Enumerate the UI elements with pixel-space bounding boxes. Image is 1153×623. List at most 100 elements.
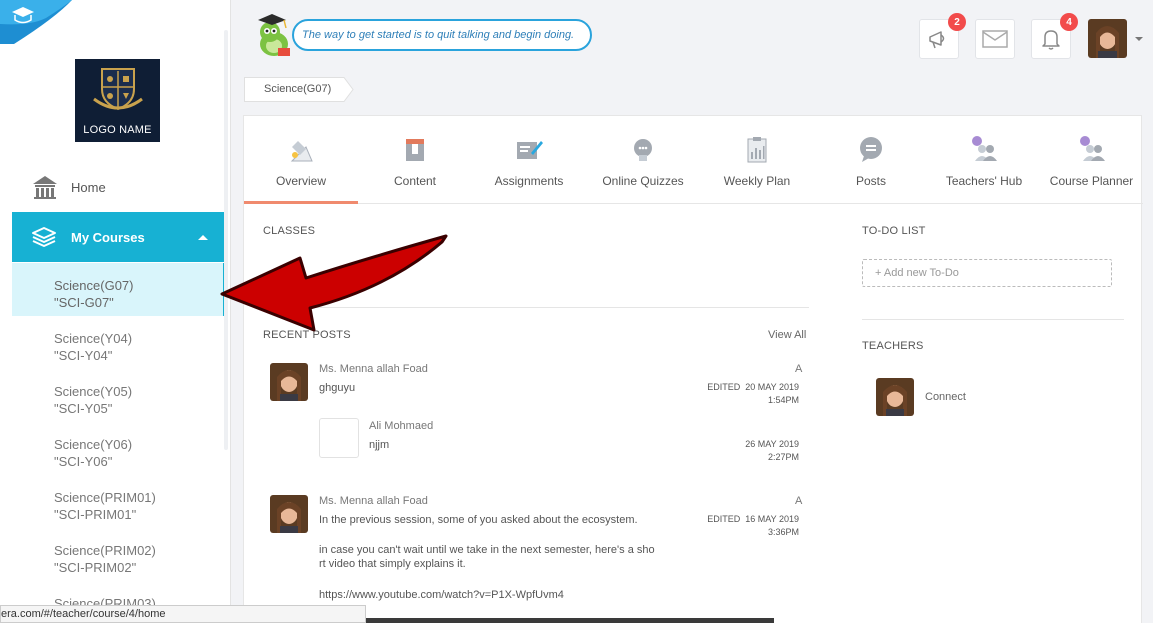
course-item-science-y04[interactable]: Science(Y04) "SCI-Y04" [12,316,226,369]
add-todo-button[interactable]: + Add new To-Do [862,259,1112,287]
course-name: Science(PRIM02) [54,543,156,558]
edited-label: EDITED [707,382,741,392]
post-avatar[interactable] [270,495,308,533]
user-avatar-image [1088,19,1127,58]
course-item-science-prim02[interactable]: Science(PRIM02) "SCI-PRIM02" [12,528,226,581]
course-name: Science(PRIM01) [54,490,156,505]
todo-heading: TO-DO LIST [862,225,926,237]
announcements-button[interactable]: 2 [919,13,966,59]
post-timestamp: EDITED 16 MAY 2019 3:36PM [684,513,799,539]
post-time: 3:36PM [767,527,799,537]
overview-icon [290,141,313,162]
sidebar-item-my-courses[interactable]: My Courses [12,212,226,262]
post-author[interactable]: Ms. Menna allah Foad [319,495,428,507]
post-author[interactable]: Ms. Menna allah Foad [319,363,428,375]
post-link[interactable]: https://www.youtube.com/watch?v=P1X-WpfU… [319,588,564,603]
reply-text: njjm [369,439,390,451]
avatar-image [876,378,914,416]
reply-timestamp: 26 MAY 2019 2:27PM [684,438,799,464]
messages-button[interactable] [975,19,1015,59]
course-name: Science(Y05) [54,384,133,399]
teachers-heading: TEACHERS [862,340,924,352]
tab-online-quizzes[interactable]: Online Quizzes [586,116,700,204]
tab-assignments[interactable]: Assignments [472,116,586,204]
tab-label: Assignments [494,174,564,188]
tab-label: Online Quizzes [602,174,684,188]
tab-overview[interactable]: Overview [244,116,358,204]
sidebar: LOGO NAME Home My Courses Science(G07) "… [0,0,231,623]
breadcrumb[interactable]: Science(G07) [244,77,354,102]
announcements-badge: 2 [948,13,966,31]
school-crest-icon [92,68,143,111]
user-avatar[interactable] [1088,19,1127,58]
course-card: Overview Content Assignments Online Quiz… [243,115,1143,623]
course-code: "SCI-PRIM02" [54,560,137,575]
course-code: "SCI-Y06" [54,454,113,469]
home-label: Home [71,179,106,195]
connect-link[interactable]: Connect [925,391,966,403]
motivational-quote: The way to get started is to quit talkin… [248,13,592,57]
tab-label: Posts [855,174,886,188]
reply-author[interactable]: Ali Mohmaed [369,420,433,432]
envelope-icon [982,30,1008,48]
user-menu-caret-icon[interactable] [1135,37,1143,41]
users-chat-icon [1079,136,1105,161]
notifications-badge: 4 [1060,13,1078,31]
view-all-link[interactable]: View All [768,329,806,341]
notifications-button[interactable]: 4 [1031,13,1078,59]
course-item-science-g07[interactable]: Science(G07) "SCI-G07" [12,263,226,316]
my-courses-label: My Courses [71,229,145,245]
book-icon [406,139,424,161]
post-timestamp: EDITED 20 MAY 2019 1:54PM [684,381,799,407]
tab-teachers-hub[interactable]: Teachers' Hub [928,116,1040,204]
breadcrumb-course[interactable]: Science(G07) [264,83,331,95]
post-date: 16 MAY 2019 [745,514,799,524]
post-text-line: rt video that simply explains it. [319,558,466,570]
edited-label: EDITED [707,514,741,524]
tab-posts[interactable]: Posts [814,116,928,204]
post-text-line: In the previous session, some of you ask… [319,514,638,526]
post-text-line: in case you can't wait until we take in … [319,544,655,556]
course-item-science-y06[interactable]: Science(Y06) "SCI-Y06" [12,422,226,475]
course-item-science-prim01[interactable]: Science(PRIM01) "SCI-PRIM01" [12,475,226,528]
course-item-science-y05[interactable]: Science(Y05) "SCI-Y05" [12,369,226,422]
caret-up-icon[interactable] [198,234,208,240]
bottom-strip [366,618,774,623]
course-name: Science(Y06) [54,437,133,452]
chat-bubble-icon [860,137,882,162]
tab-weekly-plan[interactable]: Weekly Plan [700,116,814,204]
course-name: Science(Y04) [54,331,133,346]
sidebar-item-home[interactable]: Home [12,168,226,206]
red-arrow-annotation [220,234,448,332]
tab-label: Weekly Plan [723,174,791,188]
tab-course-planner[interactable]: Course Planner [1040,116,1143,204]
post-avatar[interactable] [270,363,308,401]
post-date: 20 MAY 2019 [745,382,799,392]
avatar-image [270,495,308,533]
course-code: "SCI-PRIM01" [54,507,137,522]
school-logo: LOGO NAME [75,59,160,142]
reply-avatar[interactable] [319,418,359,458]
home-icon [33,176,57,199]
megaphone-icon [929,31,945,49]
course-list: Science(G07) "SCI-G07" Science(Y04) "SCI… [12,263,226,623]
logo-name: LOGO NAME [83,124,152,136]
quote-pill: The way to get started is to quit talkin… [292,19,592,51]
assignment-icon [517,141,543,159]
tab-label: Teachers' Hub [945,174,1023,188]
course-code: "SCI-G07" [54,295,114,310]
mascot-icon [258,14,290,56]
clipboard-icon [747,137,767,163]
app-logo-icon[interactable] [0,0,80,44]
course-tabs: Overview Content Assignments Online Quiz… [244,116,1143,204]
course-code: "SCI-Y04" [54,348,113,363]
course-name: Science(G07) [54,278,134,293]
post-time: 1:54PM [767,395,799,405]
divider [862,319,1124,320]
post-text: ghguyu [319,382,356,394]
users-chat-icon [972,136,997,161]
reply-time: 2:27PM [767,452,799,462]
post-class: A [795,363,803,375]
tab-content[interactable]: Content [358,116,472,204]
teacher-avatar[interactable] [876,378,914,416]
